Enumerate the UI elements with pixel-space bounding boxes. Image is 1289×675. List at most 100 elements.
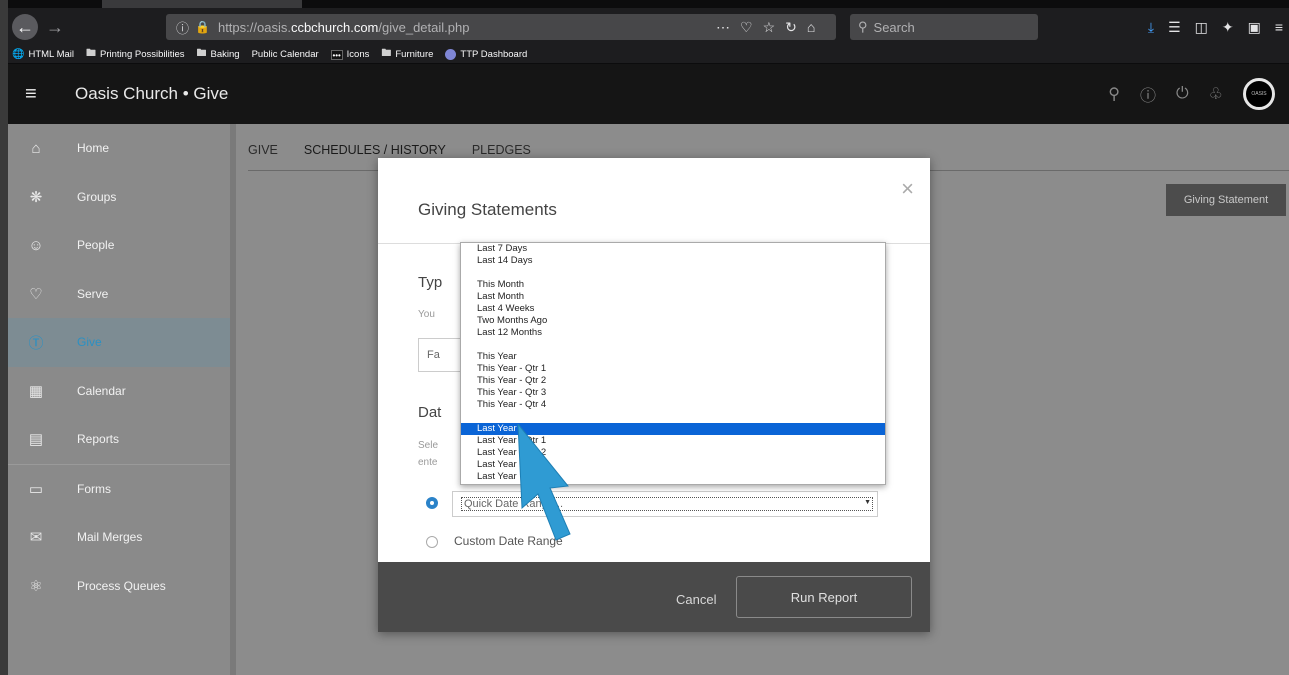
date-heading: Dat xyxy=(418,404,442,421)
bookmark-html-mail[interactable]: 🌐 HTML Mail xyxy=(12,49,74,60)
bookmark-printing-possibilities[interactable]: 🖿 Printing Possibilities xyxy=(86,46,184,63)
globe-icon: 🌐 xyxy=(12,49,25,60)
hamburger-menu-icon[interactable]: ≡ xyxy=(25,83,49,106)
search-placeholder: Search xyxy=(873,19,915,35)
dropdown-option[interactable]: This Year - Qtr 2 xyxy=(461,375,885,387)
bell-icon[interactable]: ♧ xyxy=(1209,84,1223,104)
sidebar-item-home[interactable]: ⌂ Home xyxy=(8,124,230,173)
sidebar-item-label: People xyxy=(77,238,115,253)
run-report-button[interactable]: Run Report xyxy=(736,576,912,618)
sidebar-item-label: Give xyxy=(77,335,102,350)
url-bar-actions: ⋯ ♡ ☆ ↻ ⌂ xyxy=(716,14,815,40)
info-icon[interactable]: ⓘ xyxy=(176,18,189,37)
browser-window: ← → ⓘ 🔒 https://oasis. ccbchurch.com/give… xyxy=(8,0,1289,675)
dollar-icon: Ⓣ xyxy=(28,334,44,352)
dropdown-option[interactable]: This Year - Qtr 4 xyxy=(461,399,885,411)
sidebar-item-label: Groups xyxy=(77,189,117,204)
people-icon: ☺ xyxy=(28,236,44,254)
sidebar-item-label: Mail Merges xyxy=(77,530,143,545)
bookmark-label: Baking xyxy=(210,49,240,60)
extension-icon[interactable]: ✦ xyxy=(1222,19,1234,36)
tab-schedules-history[interactable]: SCHEDULES / HISTORY xyxy=(304,143,446,157)
sidebar-item-reports[interactable]: ▤ Reports xyxy=(8,415,230,464)
power-icon[interactable]: ⏻ xyxy=(1176,85,1189,103)
url-prefix: https://oasis. xyxy=(217,19,291,35)
tab-pledges[interactable]: PLEDGES xyxy=(472,143,531,157)
bookmark-icons[interactable]: ••• Icons xyxy=(330,49,369,60)
dropdown-option[interactable]: Two Months Ago xyxy=(461,315,885,327)
sidebar-item-label: Serve xyxy=(77,286,109,301)
sidebar-item-calendar[interactable]: ▦ Calendar xyxy=(8,367,230,416)
dropdown-option[interactable]: This Year - Qtr 1 xyxy=(461,363,885,375)
forward-button[interactable]: → xyxy=(42,14,68,40)
sidebar-item-people[interactable]: ☺ People xyxy=(8,221,230,270)
avatar-text: OASIS xyxy=(1251,91,1267,97)
lock-icon: 🔒 xyxy=(195,20,210,34)
dropdown-option[interactable]: This Month xyxy=(461,279,885,291)
type-help-text: You xyxy=(418,309,435,320)
close-icon[interactable]: × xyxy=(901,176,914,202)
sidebar-item-groups[interactable]: ❋ Groups xyxy=(8,173,230,222)
dropdown-option[interactable]: Last Month xyxy=(461,291,885,303)
sidebar-toggle-icon[interactable]: ◫ xyxy=(1195,19,1208,36)
bookmark-ttp-dashboard[interactable]: TTP Dashboard xyxy=(445,49,527,60)
process-icon: ⚛ xyxy=(29,577,43,595)
tab-give[interactable]: GIVE xyxy=(248,143,278,157)
dropdown-option[interactable]: This Year - Qtr 3 xyxy=(461,387,885,399)
sidebar-item-label: Process Queues xyxy=(77,578,166,593)
bookmark-label: Public Calendar xyxy=(251,49,319,60)
avatar[interactable]: OASIS xyxy=(1243,78,1275,110)
dropdown-option[interactable]: Last 14 Days xyxy=(461,255,885,267)
ttp-icon xyxy=(445,49,457,60)
sidebar-item-forms[interactable]: ▭ Forms xyxy=(8,465,230,514)
sidebar-item-serve[interactable]: ♡ Serve xyxy=(8,270,230,319)
bookmark-public-calendar[interactable]: Public Calendar xyxy=(252,49,319,60)
cancel-button[interactable]: Cancel xyxy=(676,592,716,607)
bookmark-label: Printing Possibilities xyxy=(100,49,185,60)
dropdown-group-gap xyxy=(461,411,885,423)
sidebar-item-mail-merges[interactable]: ✉ Mail Merges xyxy=(8,513,230,562)
quick-range-radio[interactable] xyxy=(426,497,438,509)
help-icon[interactable]: ⓘ xyxy=(1140,82,1156,106)
bookmark-label: HTML Mail xyxy=(28,49,75,60)
menu-icon[interactable]: ≡ xyxy=(1275,19,1283,35)
bookmark-baking[interactable]: 🖿 Baking xyxy=(197,46,240,63)
dropdown-option[interactable]: Last 12 Months xyxy=(461,327,885,339)
type-select-value: Fa xyxy=(427,349,440,361)
reload-icon[interactable]: ↻ xyxy=(785,19,797,36)
download-icon[interactable]: ⤓ xyxy=(1148,19,1154,36)
dropdown-option[interactable]: This Year xyxy=(461,351,885,363)
heart-icon: ♡ xyxy=(29,285,43,303)
browser-search-input[interactable]: ⚲ Search xyxy=(850,14,1038,40)
type-heading: Typ xyxy=(418,274,443,291)
pocket-icon[interactable]: ♡ xyxy=(740,19,753,36)
app-header: ≡ Oasis Church • Give ⚲ ⓘ ⏻ ♧ OASIS xyxy=(8,64,1289,124)
url-path: /give_detail.php xyxy=(378,19,470,35)
library-icon[interactable]: ☰ xyxy=(1168,19,1181,36)
dropdown-option[interactable]: Last 7 Days xyxy=(461,243,885,255)
calendar-icon: ▦ xyxy=(28,382,44,400)
modal-title: Giving Statements xyxy=(418,200,557,219)
folder-icon: 🖿 xyxy=(381,48,392,59)
sidebar-item-process-queues[interactable]: ⚛ Process Queues xyxy=(8,562,230,611)
giving-statement-button[interactable]: Giving Statement xyxy=(1166,184,1286,216)
sidebar: ⌂ Home ❋ Groups ☺ People ♡ Serve Ⓣ Give ▦ Cale… xyxy=(8,124,230,675)
search-icon: ⚲ xyxy=(858,19,868,34)
header-actions: ⚲ ⓘ ⏻ ♧ OASIS xyxy=(1108,78,1275,110)
bookmark-label: TTP Dashboard xyxy=(460,49,528,60)
home-page-icon[interactable]: ⌂ xyxy=(807,19,815,35)
sidebar-item-give[interactable]: Ⓣ Give xyxy=(8,318,230,367)
page-actions-icon[interactable]: ⋯ xyxy=(716,19,730,36)
extension-box-icon[interactable]: ▣ xyxy=(1248,19,1261,36)
bookmark-furniture[interactable]: 🖿 Furniture xyxy=(381,46,433,63)
back-button[interactable]: ← xyxy=(12,14,38,40)
give-tabs: GIVE SCHEDULES / HISTORY PLEDGES xyxy=(248,143,531,157)
dots-icon: ••• xyxy=(330,49,343,60)
dropdown-option[interactable]: Last 4 Weeks xyxy=(461,303,885,315)
search-icon[interactable]: ⚲ xyxy=(1108,84,1120,104)
active-browser-tab[interactable] xyxy=(102,0,302,8)
chevron-down-icon: ▼ xyxy=(864,499,871,506)
bookmark-star-icon[interactable]: ☆ xyxy=(763,19,776,36)
custom-range-radio[interactable] xyxy=(426,536,438,548)
app-title: Oasis Church • Give xyxy=(75,84,229,103)
